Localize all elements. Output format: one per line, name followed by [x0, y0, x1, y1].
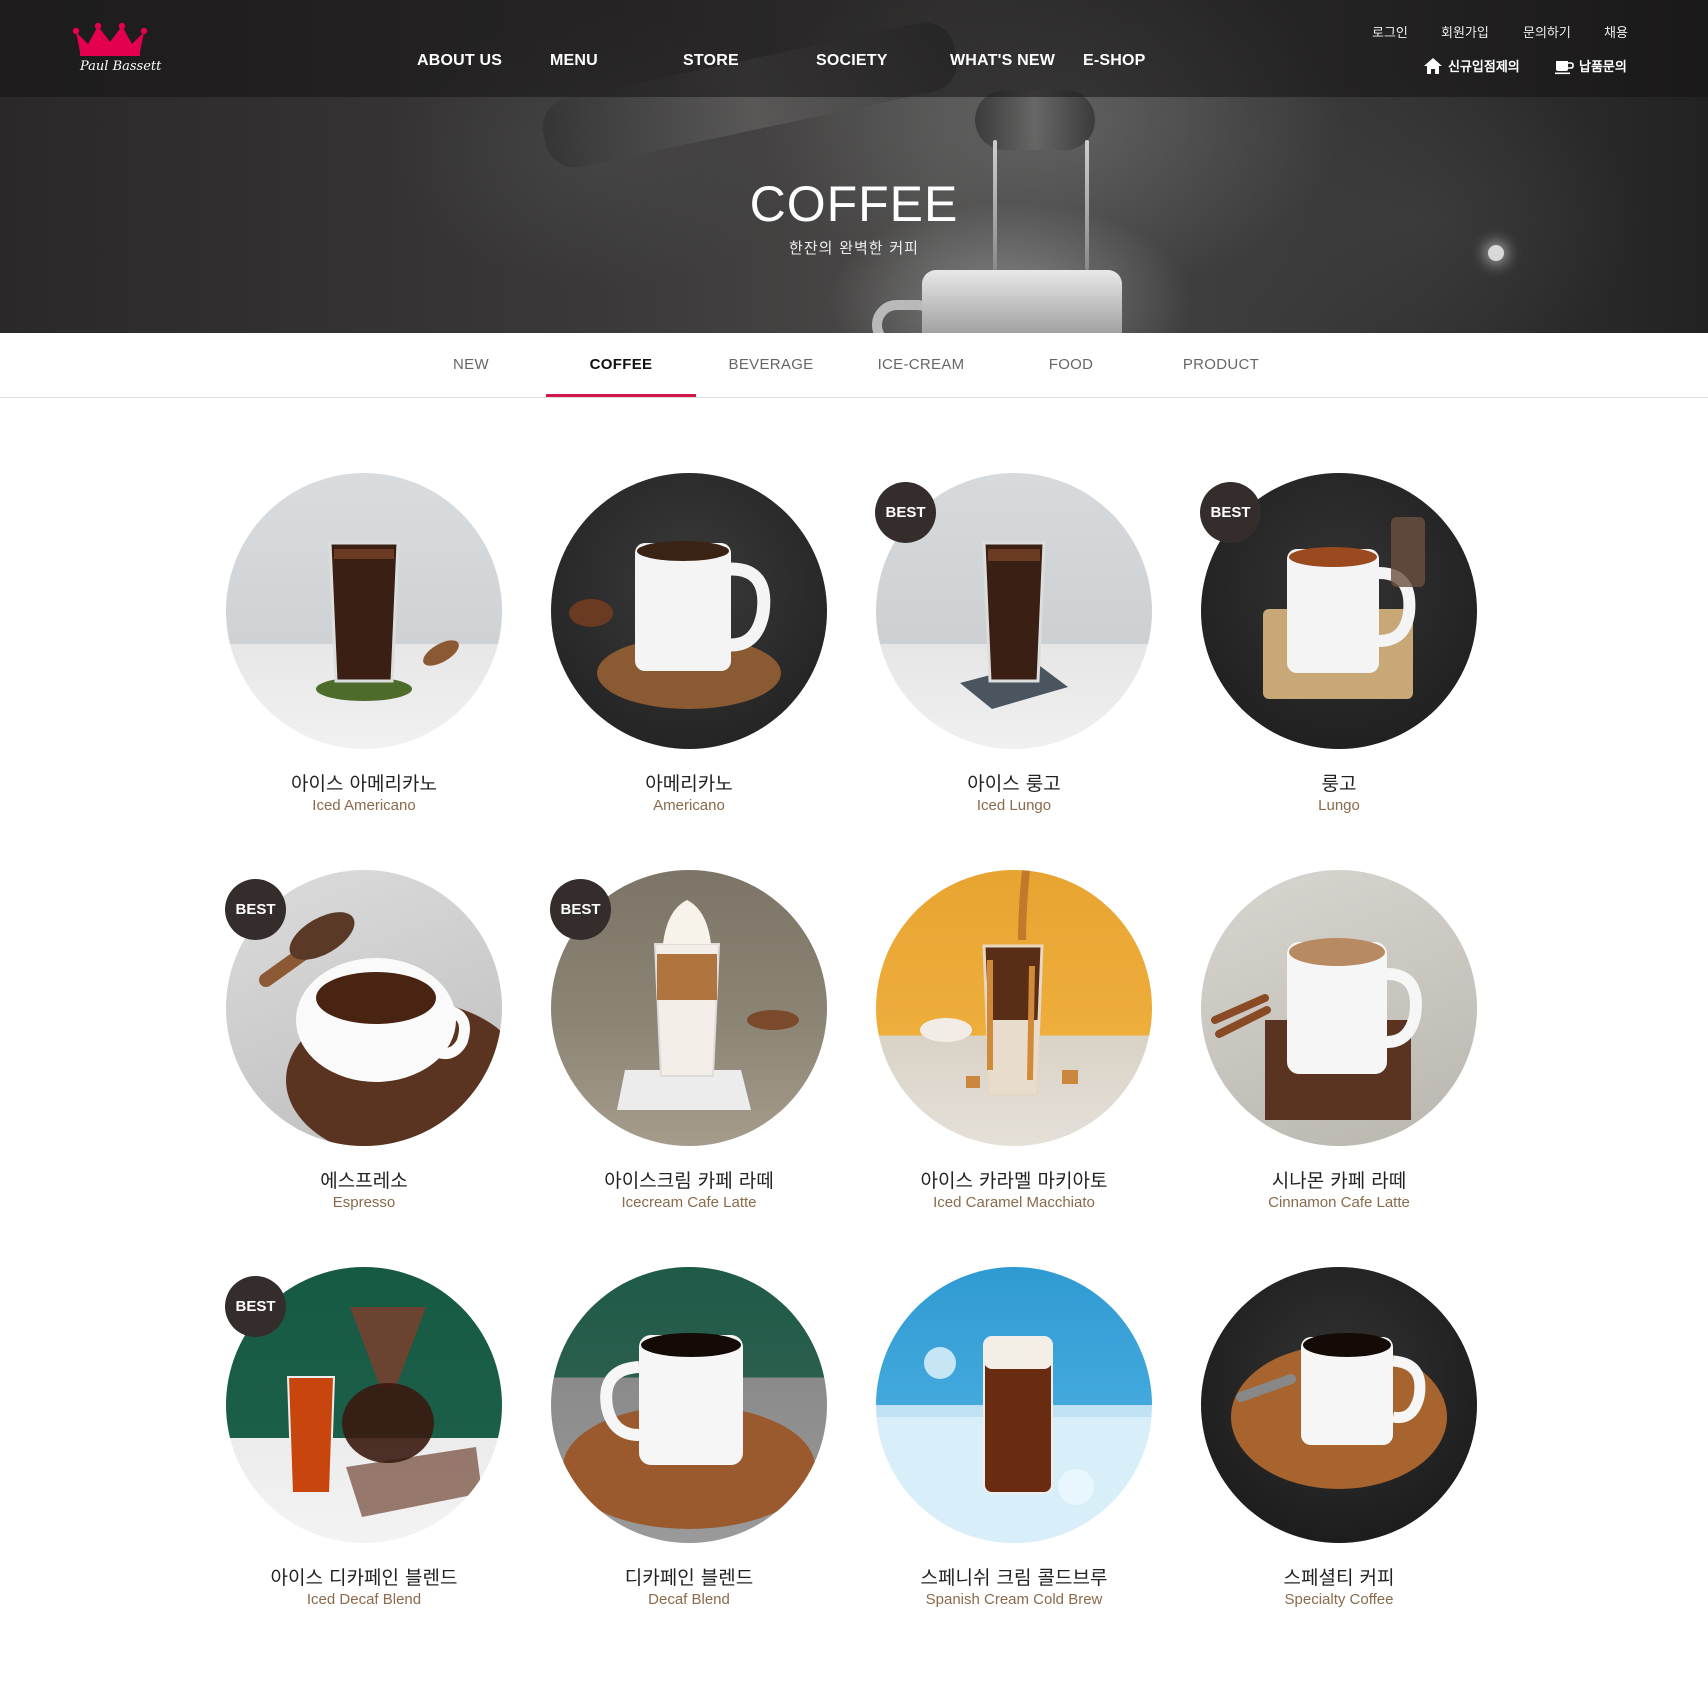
hero-banner: Paul Bassett ABOUT US MENU STORE SOCIETY… [0, 0, 1708, 333]
gnb-menu[interactable]: MENU [550, 52, 598, 70]
best-badge: BEST [875, 482, 936, 543]
best-badge: BEST [550, 879, 611, 940]
cold-brew-glass-icon [876, 1336, 1152, 1543]
recruit-link[interactable]: 채용 [1604, 22, 1628, 41]
menu-item-icecream-cafe-latte[interactable]: BEST 아이스크림 카페 라떼 Icecream Cafe Latte [539, 870, 839, 1230]
menu-photo [551, 473, 827, 749]
inquiry-link[interactable]: 문의하기 [1523, 22, 1571, 41]
login-link[interactable]: 로그인 [1372, 22, 1408, 41]
menu-item-iced-lungo[interactable]: BEST 아이스 룽고 Iced Lungo [864, 473, 1164, 833]
menu-item-name-ko: 스페셜티 커피 [1283, 1567, 1395, 1589]
new-store-proposal-label: 신규입점제의 [1448, 60, 1520, 75]
menu-item-name-en: Lungo [1318, 797, 1360, 814]
menu-item-name-ko: 시나몬 카페 라떼 [1271, 1170, 1407, 1192]
menu-photo [876, 870, 1152, 1146]
tab-product[interactable]: PRODUCT [1146, 356, 1296, 373]
category-tabs: NEW COFFEE BEVERAGE ICE-CREAM FOOD PRODU… [0, 333, 1708, 398]
menu-item-name-en: Spanish Cream Cold Brew [925, 1591, 1103, 1608]
tab-food[interactable]: FOOD [996, 356, 1146, 373]
top-navigation-bar: Paul Bassett ABOUT US MENU STORE SOCIETY… [0, 0, 1708, 97]
menu-item-name-en: Iced Caramel Macchiato [933, 1194, 1095, 1211]
home-icon [1424, 57, 1442, 74]
menu-photo [1201, 1267, 1477, 1543]
gnb-society[interactable]: SOCIETY [816, 52, 888, 70]
brand-logo[interactable]: Paul Bassett [68, 22, 162, 82]
menu-item-name-ko: 디카페인 블렌드 [624, 1567, 754, 1589]
coffee-mug-icon [1231, 1333, 1447, 1489]
tab-new[interactable]: NEW [396, 356, 546, 373]
menu-item-name-en: Iced Americano [312, 797, 416, 814]
menu-item-espresso[interactable]: BEST 에스프레소 Espresso [214, 870, 514, 1230]
iced-coffee-glass-icon [316, 541, 459, 701]
menu-item-name-en: Americano [653, 797, 725, 814]
menu-photo [876, 1267, 1152, 1543]
menu-item-name-en: Specialty Coffee [1284, 1591, 1394, 1608]
menu-photo [226, 473, 502, 749]
menu-item-name-ko: 아이스 아메리카노 [291, 773, 437, 795]
menu-item-name-en: Espresso [332, 1194, 396, 1211]
page-title: COFFEE [749, 176, 959, 232]
menu-item-cinnamon-cafe-latte[interactable]: 시나몬 카페 라떼 Cinnamon Cafe Latte [1189, 870, 1489, 1230]
menu-item-name-ko: 스페니쉬 크림 콜드브루 [920, 1567, 1108, 1589]
active-tab-indicator [546, 394, 696, 397]
menu-item-name-ko: 에스프레소 [320, 1170, 408, 1192]
menu-item-name-en: Decaf Blend [648, 1591, 730, 1608]
coffee-mug-icon [569, 541, 781, 709]
gnb-whats-new[interactable]: WHAT'S NEW [950, 52, 1055, 70]
menu-photo [1201, 870, 1477, 1146]
hero-cup [922, 270, 1122, 333]
menu-item-name-en: Iced Lungo [976, 797, 1052, 814]
menu-item-spanish-cream-cold-brew[interactable]: 스페니쉬 크림 콜드브루 Spanish Cream Cold Brew [864, 1267, 1164, 1627]
menu-item-iced-caramel-macchiato[interactable]: 아이스 카라멜 마키아토 Iced Caramel Macchiato [864, 870, 1164, 1230]
menu-item-name-ko: 룽고 [1321, 773, 1357, 795]
crown-logo-icon [72, 22, 148, 56]
page-subtitle: 한잔의 완벽한 커피 [789, 239, 919, 257]
best-badge: BEST [225, 1276, 286, 1337]
logo-wordmark: Paul Bassett [80, 59, 162, 74]
menu-item-name-ko: 아이스크림 카페 라떼 [604, 1170, 774, 1192]
tab-ice-cream[interactable]: ICE-CREAM [846, 356, 996, 373]
menu-item-specialty-coffee[interactable]: 스페셜티 커피 Specialty Coffee [1189, 1267, 1489, 1627]
best-badge: BEST [1200, 482, 1261, 543]
coffee-cup-icon [1555, 60, 1574, 74]
gnb-store[interactable]: STORE [683, 52, 739, 70]
menu-item-name-ko: 아메리카노 [645, 773, 733, 795]
gnb-about-us[interactable]: ABOUT US [417, 52, 502, 70]
best-badge: BEST [225, 879, 286, 940]
caramel-macchiato-glass-icon [920, 870, 1078, 1096]
menu-item-name-ko: 아이스 룽고 [967, 773, 1061, 795]
menu-item-name-ko: 아이스 카라멜 마키아토 [920, 1170, 1108, 1192]
menu-item-iced-decaf-blend[interactable]: BEST 아이스 디카페인 블렌드 Iced Decaf Blend [214, 1267, 514, 1627]
coffee-mug-icon [563, 1333, 815, 1529]
menu-item-name-en: Iced Decaf Blend [306, 1591, 422, 1608]
menu-item-name-ko: 아이스 디카페인 블렌드 [270, 1567, 458, 1589]
menu-item-iced-americano[interactable]: 아이스 아메리카노 Iced Americano [214, 473, 514, 833]
menu-item-lungo[interactable]: BEST 룽고 Lungo [1189, 473, 1489, 833]
supply-inquiry-label: 납품문의 [1579, 60, 1627, 75]
menu-item-name-en: Icecream Cafe Latte [621, 1194, 757, 1211]
coffee-mug-icon [1211, 938, 1422, 1120]
new-store-proposal-button[interactable]: 신규입점제의 [1423, 56, 1520, 75]
menu-item-name-en: Cinnamon Cafe Latte [1268, 1194, 1410, 1211]
signup-link[interactable]: 회원가입 [1441, 22, 1489, 41]
menu-photo [551, 1267, 827, 1543]
tab-beverage[interactable]: BEVERAGE [696, 356, 846, 373]
supply-inquiry-button[interactable]: 납품문의 [1554, 56, 1627, 75]
menu-item-americano[interactable]: 아메리카노 Americano [539, 473, 839, 833]
tab-coffee[interactable]: COFFEE [546, 356, 696, 373]
gnb-eshop[interactable]: E-SHOP [1083, 52, 1146, 70]
menu-item-decaf-blend[interactable]: 디카페인 블렌드 Decaf Blend [539, 1267, 839, 1627]
